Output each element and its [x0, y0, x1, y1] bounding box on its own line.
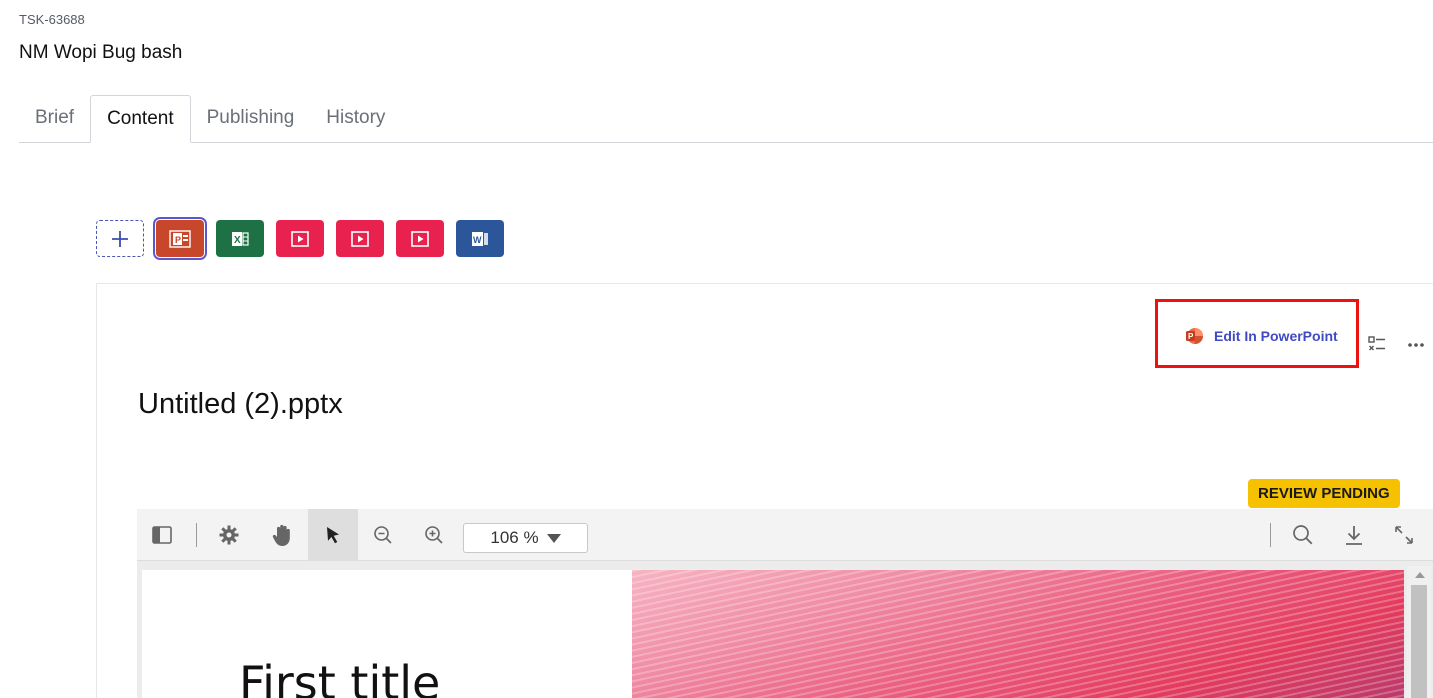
add-asset-button[interactable]: [96, 220, 144, 257]
excel-icon: X: [232, 231, 249, 246]
edit-in-powerpoint-label: Edit In PowerPoint: [1214, 328, 1338, 344]
pan-tool-button[interactable]: [257, 509, 307, 561]
asset-video-2[interactable]: [336, 220, 384, 257]
play-icon: [351, 230, 369, 247]
asset-word[interactable]: W: [456, 220, 504, 257]
zoom-out-button[interactable]: [358, 509, 408, 561]
asset-strip: P X W: [96, 217, 504, 260]
sidebar-toggle-button[interactable]: [137, 509, 187, 561]
edit-in-powerpoint-button[interactable]: P Edit In PowerPoint: [1185, 327, 1338, 345]
tab-history[interactable]: History: [310, 95, 401, 143]
fullscreen-icon: [1395, 526, 1413, 544]
svg-text:W: W: [473, 235, 482, 245]
task-id: TSK-63688: [19, 12, 85, 27]
download-button[interactable]: [1329, 509, 1379, 561]
zoom-select[interactable]: 106 %: [463, 523, 588, 553]
play-icon: [411, 230, 429, 247]
status-badge: REVIEW PENDING: [1248, 479, 1400, 508]
sidebar-toggle-icon: [152, 526, 172, 544]
slide-title: First title: [239, 656, 441, 698]
checklist-icon[interactable]: [1367, 334, 1387, 354]
svg-text:P: P: [1188, 332, 1194, 341]
tab-brief[interactable]: Brief: [19, 95, 90, 143]
scroll-up-icon[interactable]: [1415, 572, 1425, 578]
asset-powerpoint[interactable]: P: [153, 217, 207, 260]
settings-gear-icon: [219, 525, 239, 545]
zoom-out-icon: [374, 526, 392, 544]
asset-excel[interactable]: X: [216, 220, 264, 257]
chevron-down-icon: [546, 533, 561, 543]
search-icon: [1293, 525, 1313, 545]
tab-content[interactable]: Content: [90, 95, 191, 143]
more-options-icon[interactable]: [1406, 336, 1426, 352]
svg-text:P: P: [175, 235, 181, 245]
task-title: NM Wopi Bug bash: [19, 42, 183, 63]
toolbar-divider: [196, 523, 197, 547]
search-button[interactable]: [1278, 509, 1328, 561]
viewer-toolbar: 106 %: [137, 509, 1433, 561]
hand-pan-icon: [272, 524, 290, 546]
svg-text:X: X: [234, 235, 241, 246]
asset-video-1[interactable]: [276, 220, 324, 257]
slide-preview: First title: [142, 570, 1404, 698]
powerpoint-icon: P: [169, 229, 191, 248]
file-title: Untitled (2).pptx: [138, 388, 343, 420]
zoom-in-button[interactable]: [409, 509, 459, 561]
play-icon: [291, 230, 309, 247]
slide-image: [632, 570, 1404, 698]
plus-icon: [112, 230, 128, 247]
zoom-value: 106 %: [490, 528, 539, 547]
fullscreen-button[interactable]: [1379, 509, 1429, 561]
word-icon: W: [472, 231, 488, 246]
scroll-thumb[interactable]: [1411, 585, 1427, 698]
asset-video-3[interactable]: [396, 220, 444, 257]
toolbar-divider: [1270, 523, 1271, 547]
powerpoint-logo-icon: P: [1186, 328, 1203, 344]
pointer-arrow-icon: [327, 527, 339, 544]
settings-button[interactable]: [204, 509, 254, 561]
document-viewer: 106 % First title: [137, 509, 1433, 698]
download-icon: [1346, 526, 1362, 545]
zoom-in-icon: [425, 526, 443, 544]
tab-publishing[interactable]: Publishing: [191, 95, 311, 143]
select-tool-button[interactable]: [308, 509, 358, 561]
vertical-scrollbar[interactable]: [1407, 566, 1431, 698]
tab-bar: Brief Content Publishing History: [19, 95, 1433, 143]
